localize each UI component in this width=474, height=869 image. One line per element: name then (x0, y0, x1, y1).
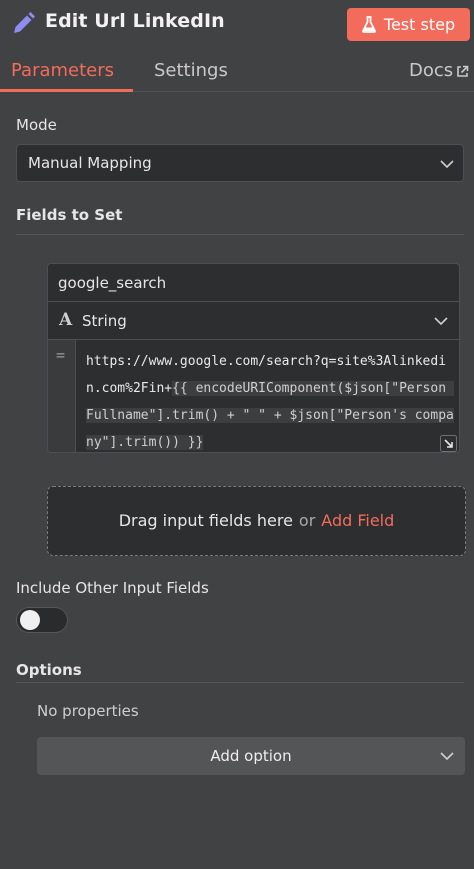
include-other-label: Include Other Input Fields (16, 579, 209, 597)
docs-label: Docs (409, 60, 454, 81)
expression-gutter: = (48, 340, 76, 452)
drag-handle-icon[interactable] (24, 340, 34, 354)
active-tab-indicator (0, 89, 133, 92)
field-type-value: String (82, 312, 127, 330)
add-option-label: Add option (210, 747, 292, 765)
flask-icon (361, 16, 376, 33)
tab-parameters[interactable]: Parameters (11, 60, 114, 81)
add-field-link[interactable]: Add Field (321, 511, 394, 530)
toggle-knob (20, 610, 40, 630)
section-divider (16, 234, 464, 235)
add-option-select[interactable]: Add option (37, 737, 465, 775)
mode-label: Mode (16, 116, 57, 134)
string-type-icon: A (59, 310, 73, 330)
dropzone-text: Drag input fields here or Add Field (48, 511, 465, 530)
fields-to-set-label: Fields to Set (16, 206, 123, 224)
external-link-icon (457, 65, 469, 77)
tab-bar: Parameters Settings Docs (0, 52, 474, 92)
dropzone-hint: Drag input fields here (118, 511, 293, 530)
chevron-down-icon (440, 160, 454, 169)
options-divider (16, 682, 464, 683)
chevron-down-icon (440, 752, 454, 761)
test-step-button[interactable]: Test step (347, 8, 470, 41)
equals-sign: = (56, 346, 66, 364)
expand-editor-icon[interactable] (440, 435, 457, 452)
field-type-select[interactable]: A String (48, 302, 459, 340)
field-value-code[interactable]: https://www.google.com/search?q=site%3Al… (86, 348, 456, 452)
node-header: Edit Url LinkedIn Test step (0, 0, 474, 48)
field-dropzone[interactable]: Drag input fields here or Add Field (47, 486, 466, 556)
field-name-value: google_search (58, 274, 167, 292)
test-step-label: Test step (383, 15, 456, 34)
field-assignment-card: google_search A String = https://www.goo… (47, 263, 460, 453)
field-value-editor[interactable]: = https://www.google.com/search?q=site%3… (48, 340, 459, 452)
options-label: Options (16, 661, 82, 679)
node-title[interactable]: Edit Url LinkedIn (45, 10, 225, 32)
pencil-icon[interactable] (10, 11, 36, 37)
mode-select-value: Manual Mapping (28, 154, 152, 172)
tab-settings[interactable]: Settings (154, 60, 228, 81)
include-other-toggle[interactable] (16, 607, 68, 633)
field-name-input[interactable]: google_search (48, 264, 459, 302)
mode-select[interactable]: Manual Mapping (16, 144, 464, 182)
tab-docs[interactable]: Docs (409, 60, 453, 81)
chevron-down-icon (434, 317, 448, 326)
dropzone-or: or (298, 511, 316, 530)
no-properties-text: No properties (37, 702, 139, 720)
